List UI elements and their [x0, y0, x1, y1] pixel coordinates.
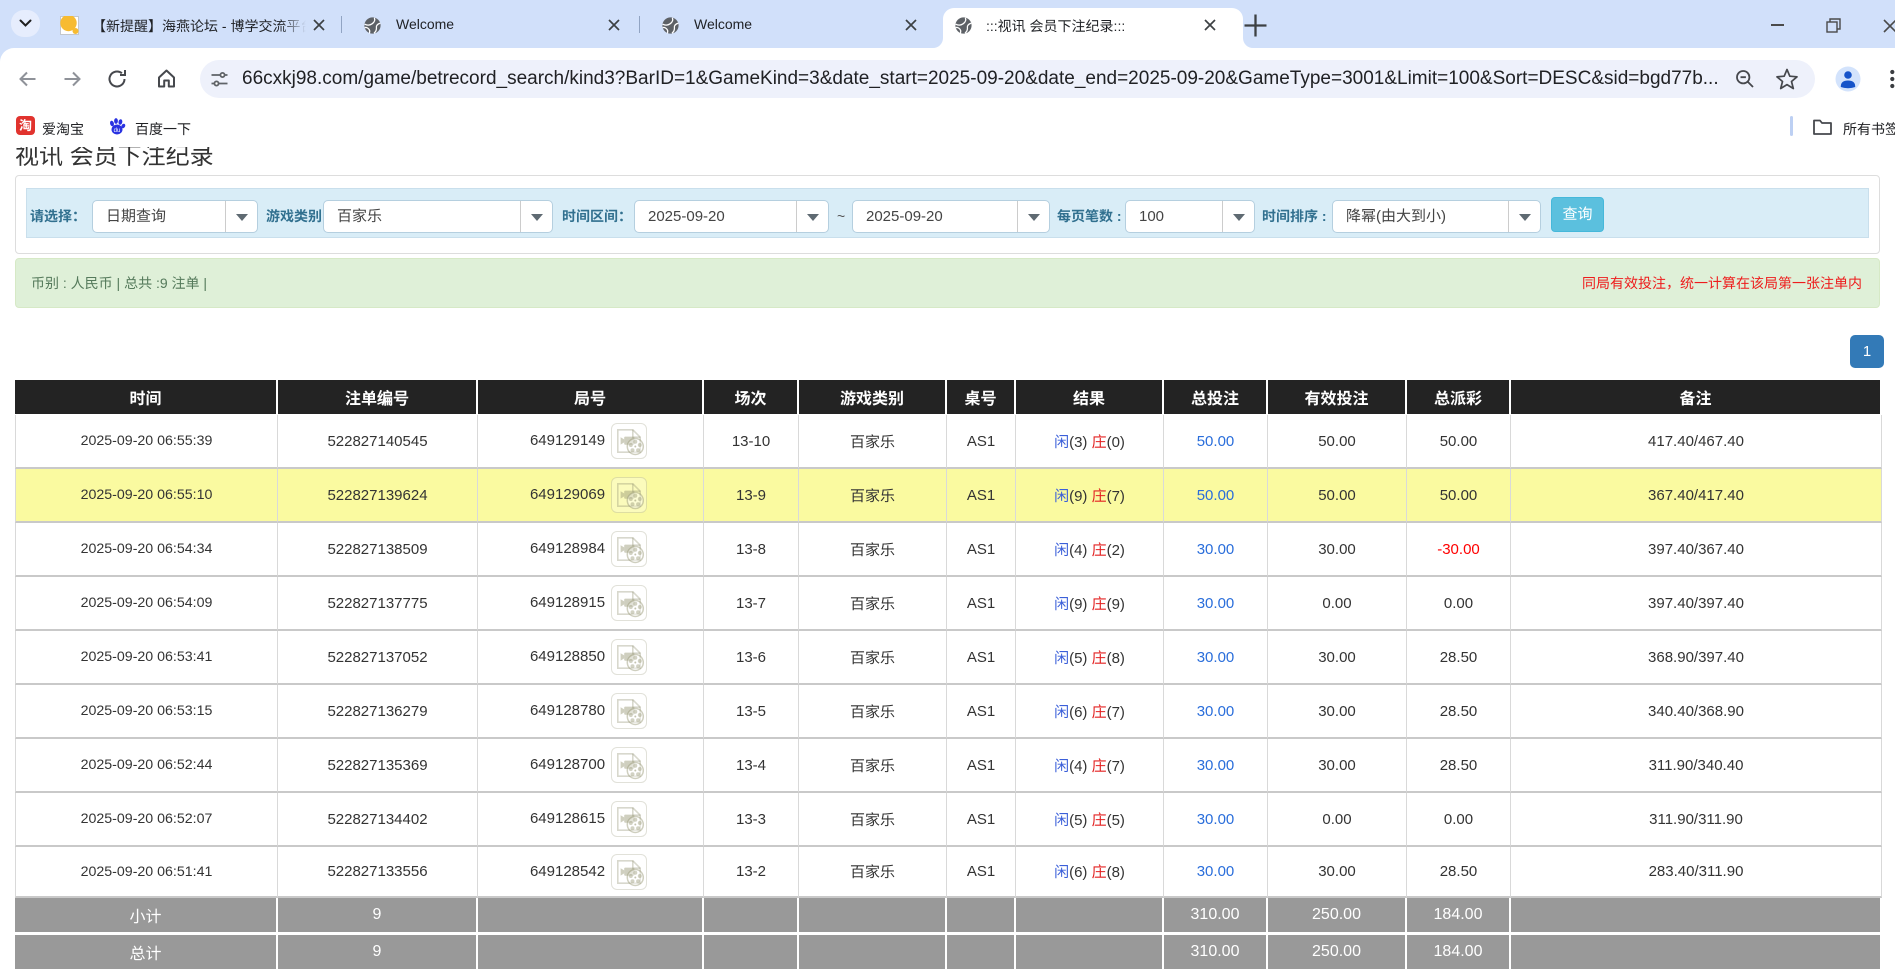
svg-text:du: du — [114, 128, 121, 134]
